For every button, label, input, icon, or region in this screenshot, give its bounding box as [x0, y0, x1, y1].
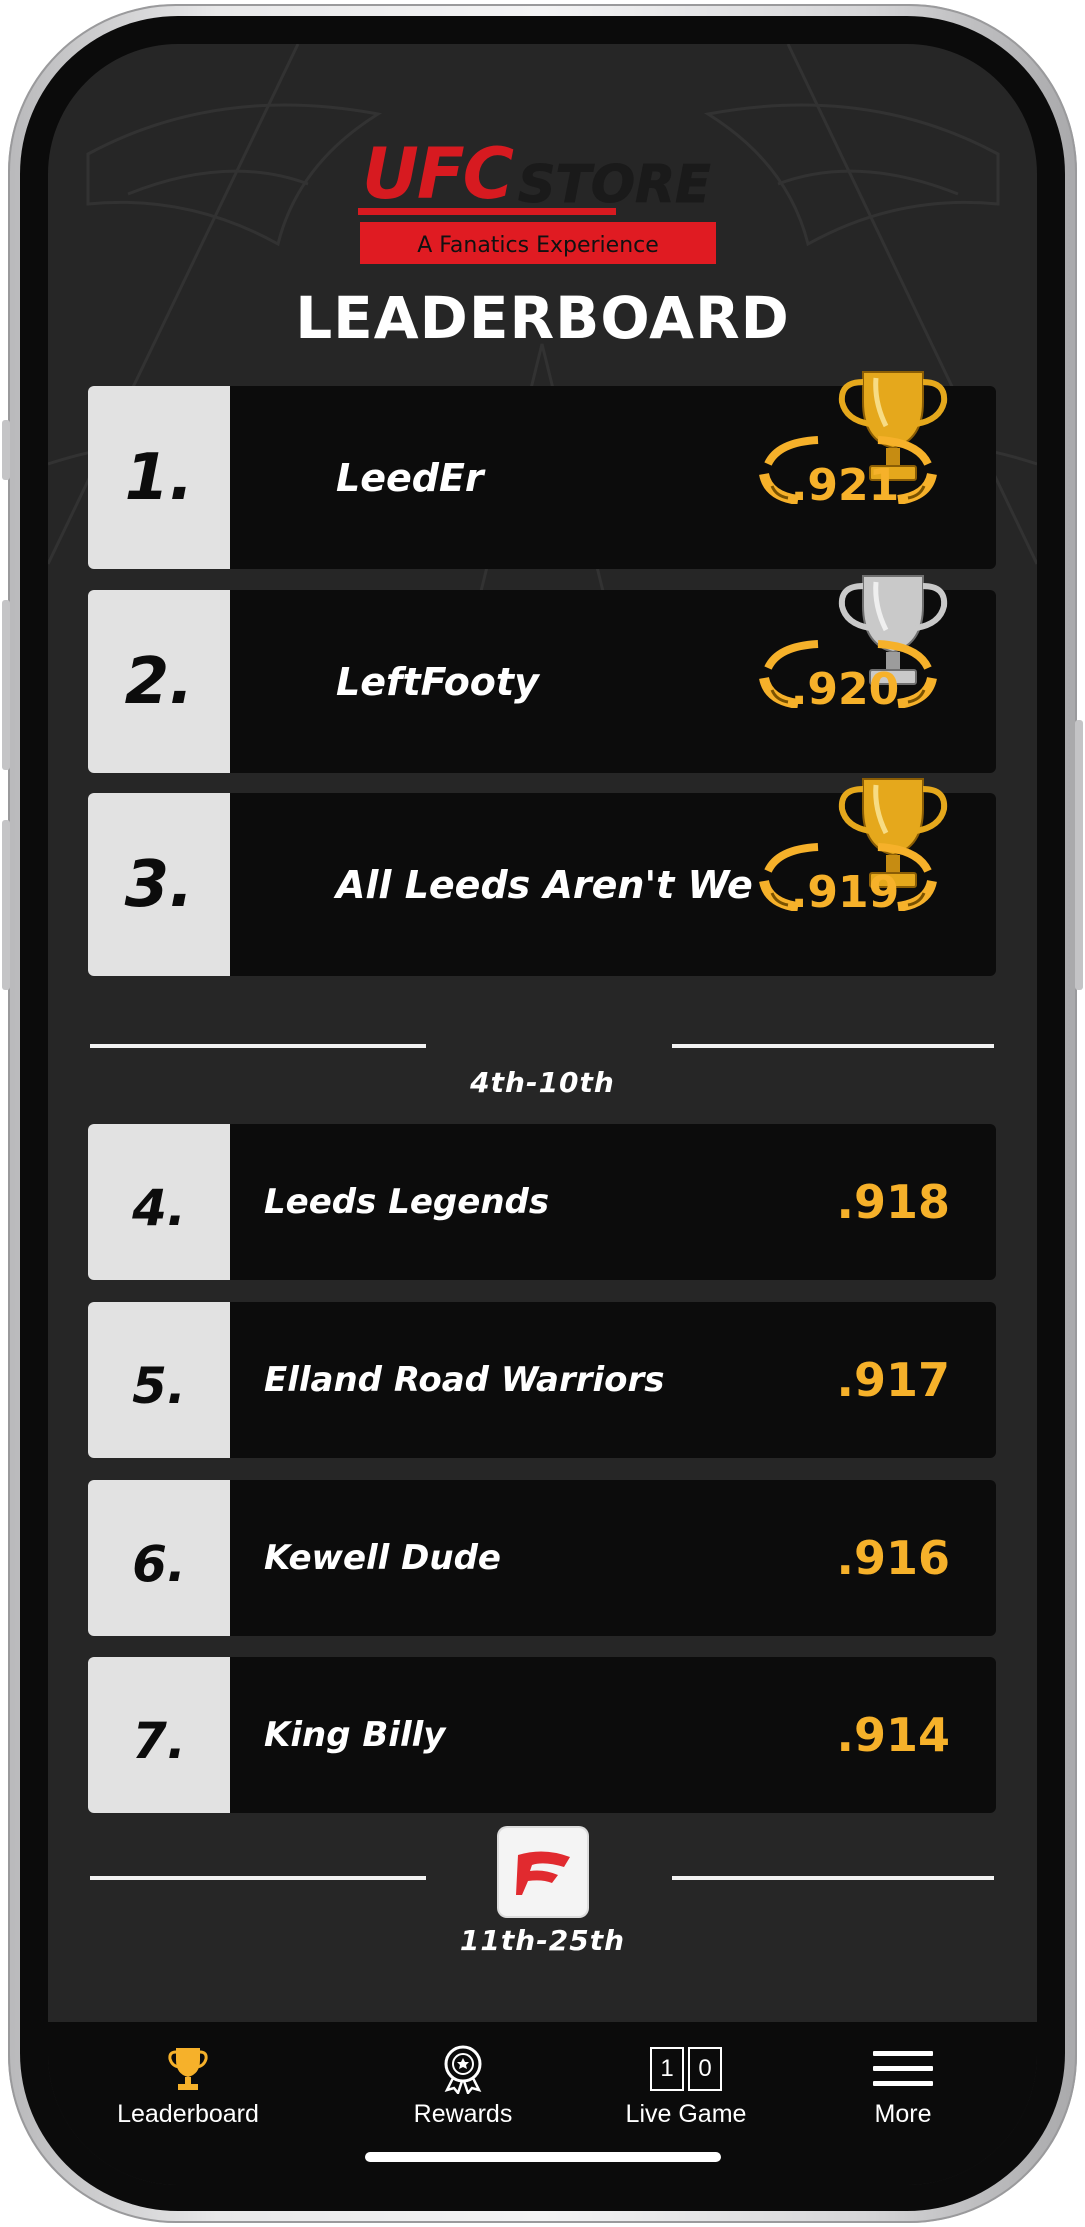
- player-score: .918: [836, 1175, 951, 1229]
- section-label-11th-25th: 11th-25th: [459, 1924, 626, 1957]
- player-score: .920: [790, 664, 900, 715]
- section-divider-right: [672, 1044, 994, 1048]
- rank-number: 4.: [88, 1124, 230, 1280]
- player-name: Kewell Dude: [264, 1538, 501, 1578]
- score-badge-2: .920: [48, 575, 1037, 778]
- tab-label: Live Game: [625, 2100, 747, 2128]
- page-title: LEADERBOARD: [295, 284, 790, 352]
- score-badge-1: .921: [48, 371, 1037, 574]
- leaderboard-row-4[interactable]: 4. Leeds Legends .918: [88, 1124, 996, 1280]
- leaderboard-row-7[interactable]: 7. King Billy .914: [88, 1657, 996, 1813]
- section-label-4th-10th: 4th-10th: [470, 1066, 615, 1099]
- tab-label: More: [874, 2100, 932, 2128]
- leaderboard-row-5[interactable]: 5. Elland Road Warriors .917: [88, 1302, 996, 1458]
- fanatics-logo-icon: [516, 1851, 570, 1895]
- tab-label: Leaderboard: [117, 2100, 259, 2128]
- section-divider-left: [90, 1876, 426, 1880]
- tab-live-game[interactable]: 1 0 Live Game: [606, 2022, 766, 2142]
- player-score: .917: [836, 1353, 951, 1407]
- leaderboard-row-6[interactable]: 6. Kewell Dude .916: [88, 1480, 996, 1636]
- logo-store-text: STORE: [518, 155, 711, 215]
- tab-label: Rewards: [413, 2100, 513, 2128]
- side-button-power: [1075, 720, 1083, 990]
- score-badge-3: .919: [48, 778, 1037, 981]
- trophy-icon: [168, 2048, 208, 2090]
- rewards-medal-icon: [444, 2045, 482, 2094]
- logo-brand-text: UFC: [362, 133, 514, 215]
- fanatics-badge[interactable]: [499, 1828, 587, 1916]
- section-divider-right: [672, 1876, 994, 1880]
- app-screen: UFC STORE A Fanatics Experience LEADERBO…: [48, 44, 1037, 2185]
- side-button-volume-up: [2, 600, 10, 770]
- tab-rewards[interactable]: Rewards: [388, 2022, 538, 2142]
- player-name: Leeds Legends: [264, 1182, 550, 1222]
- rank-number: 5.: [88, 1302, 230, 1458]
- ufc-store-logo: UFC STORE A Fanatics Experience: [358, 133, 716, 264]
- player-name: King Billy: [264, 1715, 446, 1755]
- player-score: .921: [790, 460, 900, 511]
- player-score: .919: [790, 867, 900, 918]
- side-button-mute: [2, 420, 10, 480]
- player-score: .916: [836, 1531, 951, 1585]
- player-name: Elland Road Warriors: [264, 1360, 665, 1400]
- scoreboard-left: 1: [650, 2047, 684, 2091]
- scoreboard-right: 0: [688, 2047, 722, 2091]
- tab-leaderboard[interactable]: Leaderboard: [98, 2022, 278, 2142]
- logo-tagline-text: A Fanatics Experience: [417, 233, 659, 258]
- side-button-volume-down: [2, 820, 10, 990]
- tab-more[interactable]: More: [858, 2022, 948, 2142]
- home-indicator[interactable]: [365, 2152, 721, 2162]
- scoreboard-icon: 1 0: [650, 2047, 722, 2091]
- section-divider-left: [90, 1044, 426, 1048]
- player-score: .914: [836, 1708, 951, 1762]
- rank-number: 6.: [88, 1480, 230, 1636]
- menu-icon: [873, 2051, 933, 2086]
- rank-number: 7.: [88, 1657, 230, 1813]
